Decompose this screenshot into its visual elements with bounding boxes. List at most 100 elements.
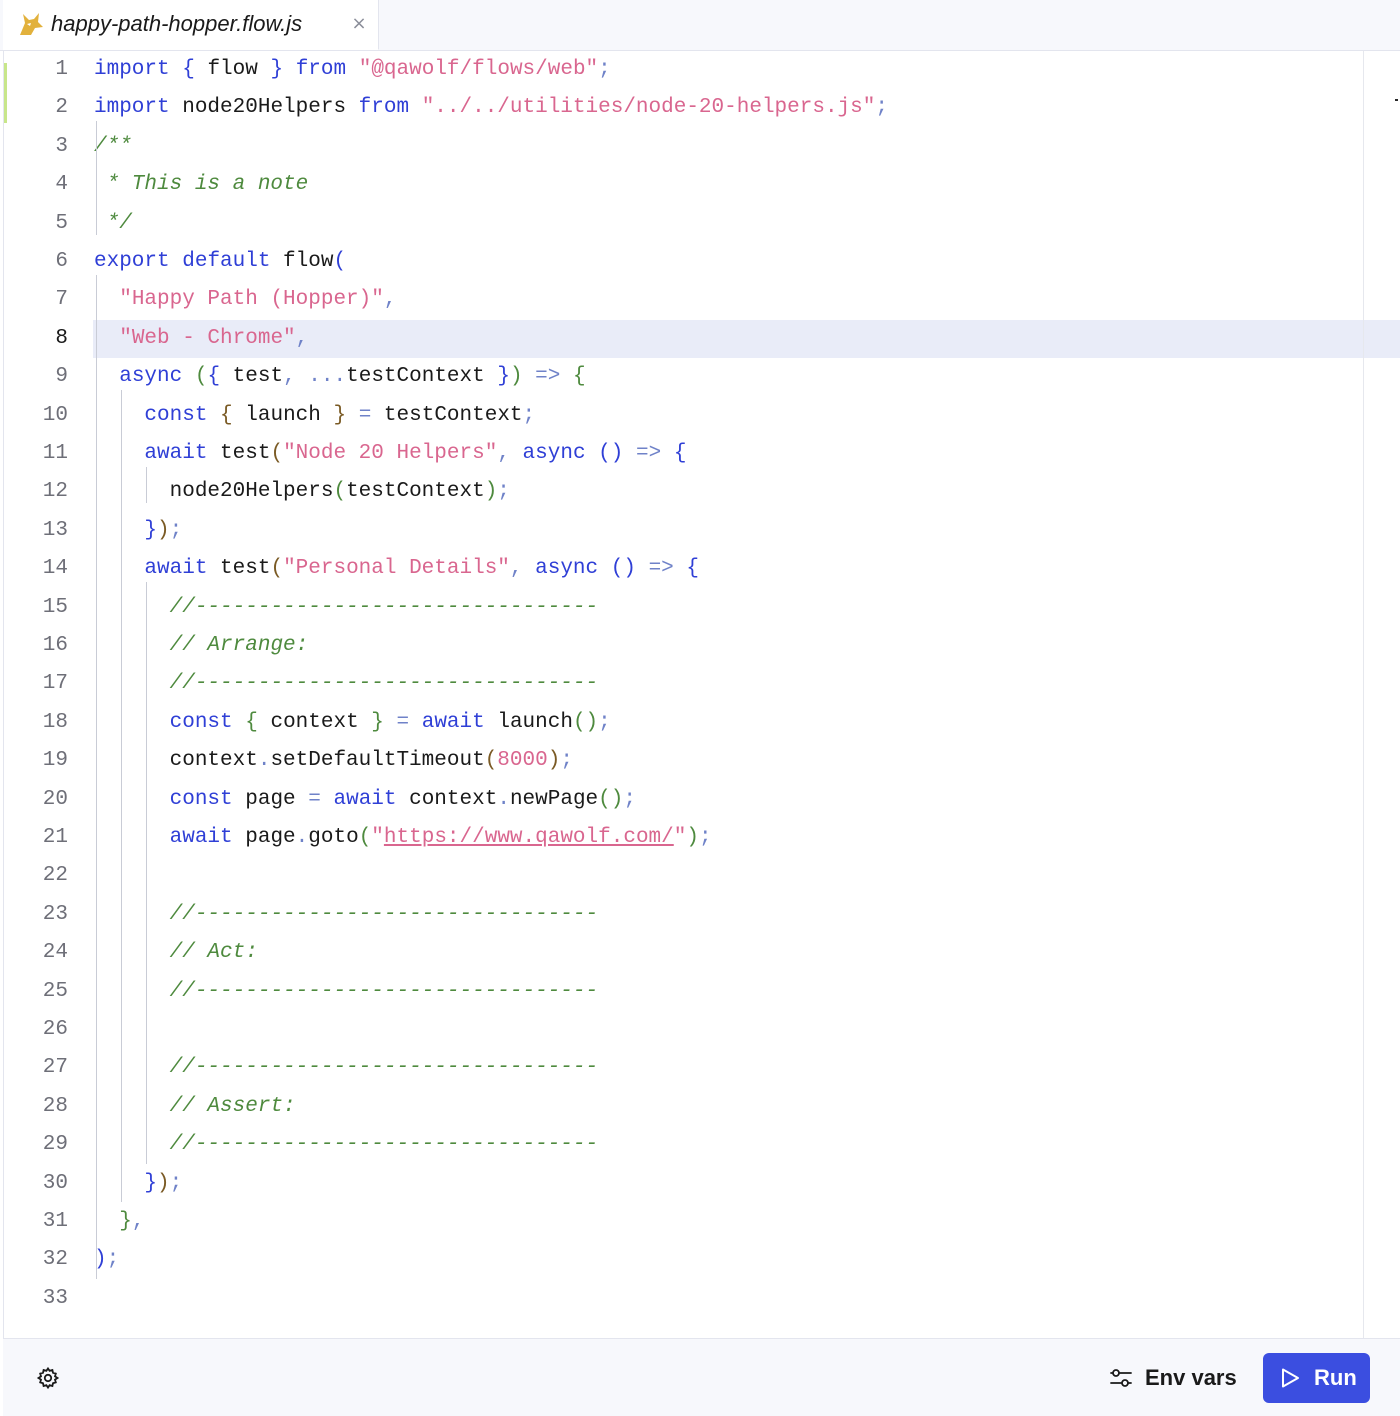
line-number: 6 — [55, 250, 68, 273]
line-number: 11 — [42, 442, 68, 465]
code-token: , — [131, 1210, 145, 1233]
code-text: //-------------------------------- — [94, 973, 598, 1011]
line-number: 21 — [42, 826, 68, 849]
env-vars-button[interactable]: Env vars — [1103, 1353, 1243, 1403]
line-number: 2 — [55, 96, 68, 120]
code-token: ( — [333, 480, 347, 504]
code-line[interactable]: 18 const { context } = await launch(); — [4, 704, 1400, 742]
code-token: => — [635, 442, 662, 465]
code-token: { — [245, 710, 258, 734]
tab-title: happy-path-hopper.flow.js — [51, 11, 303, 36]
code-line[interactable]: 32); — [4, 1241, 1400, 1279]
code-line[interactable]: 10 const { launch } = testContext; — [4, 397, 1400, 435]
code-line[interactable]: 12 node20Helpers(testContext); — [4, 473, 1400, 511]
code-token: ; — [497, 480, 510, 504]
code-token: test — [207, 557, 271, 581]
code-line[interactable]: 17 //-------------------------------- — [4, 665, 1400, 703]
code-token: //-------------------------------- — [169, 902, 599, 926]
code-line[interactable]: 2 import node20Helpers from "../../utilit… — [4, 89, 1400, 127]
code-line[interactable]: 16 // Arrange: — [4, 627, 1400, 665]
code-line[interactable]: 26 — [4, 1011, 1400, 1049]
line-number: 12 — [42, 480, 68, 504]
code-line[interactable]: 27 //-------------------------------- — [4, 1049, 1400, 1087]
code-token: { — [220, 403, 233, 427]
code-line[interactable]: 24 // Act: — [4, 934, 1400, 972]
tab-flow-file[interactable]: happy-path-hopper.flow.js × — [3, 0, 379, 50]
code-token: * This is a note — [94, 173, 309, 197]
code-line[interactable]: 19 context.setDefaultTimeout(8000); — [4, 742, 1400, 780]
code-token: async — [535, 557, 599, 581]
line-number: 30 — [42, 1171, 68, 1195]
code-token: " — [673, 826, 687, 849]
code-token: 8000 — [497, 749, 548, 773]
close-icon[interactable]: × — [347, 12, 371, 36]
code-line[interactable]: 20 const page = await context.newPage(); — [4, 781, 1400, 819]
code-line[interactable]: 21 await page.goto("https://www.qawolf.c… — [4, 819, 1400, 857]
code-token: ( — [270, 557, 284, 581]
code-line[interactable]: 25 //-------------------------------- — [4, 973, 1400, 1011]
code-token: } — [270, 58, 284, 81]
code-token: } — [144, 1171, 158, 1195]
code-text: const { launch } = testContext; — [94, 397, 535, 435]
code-line[interactable]: 28 // Assert: — [4, 1088, 1400, 1126]
line-number: 19 — [42, 749, 68, 773]
code-line[interactable]: 23 //-------------------------------- — [4, 896, 1400, 934]
code-token: flow — [270, 250, 334, 273]
code-token: const — [169, 710, 233, 734]
gear-icon[interactable] — [36, 1366, 60, 1390]
code-line[interactable]: 6 export default flow( — [4, 243, 1400, 281]
code-token: export — [94, 250, 170, 273]
code-editor[interactable]: 1 import { flow } from "@qawolf/flows/web… — [3, 51, 1400, 1338]
code-line[interactable]: 29 //-------------------------------- — [4, 1126, 1400, 1164]
code-line[interactable]: 1 import { flow } from "@qawolf/flows/web… — [4, 51, 1400, 89]
code-line[interactable]: 13 }); — [4, 512, 1400, 550]
code-line[interactable]: 5 */ — [4, 205, 1400, 243]
code-text: // Assert: — [94, 1088, 296, 1126]
code-token: . — [295, 826, 309, 849]
line-number: 28 — [42, 1094, 68, 1118]
code-line[interactable]: 7 "Happy Path (Hopper)", — [4, 281, 1400, 319]
code-line[interactable]: 11 await test("Node 20 Helpers", async (… — [4, 435, 1400, 473]
code-token: , — [295, 326, 309, 350]
code-line[interactable]: 3 /** — [4, 128, 1400, 166]
code-line[interactable]: 30 }); — [4, 1165, 1400, 1203]
code-text: "Happy Path (Hopper)", — [94, 281, 396, 319]
line-number: 9 — [55, 365, 68, 389]
code-line[interactable]: 14 await test("Personal Details", async … — [4, 550, 1400, 588]
indent-guide — [96, 275, 97, 1279]
code-token: ( — [194, 365, 208, 389]
sliders-icon — [1110, 1369, 1132, 1387]
line-number: 7 — [55, 288, 68, 312]
code-token: . — [257, 749, 271, 773]
code-line[interactable]: 9 async ({ test, ...testContext }) => { — [4, 358, 1400, 396]
code-line[interactable]: 33 — [4, 1280, 1400, 1318]
code-line[interactable]: 31 }, — [4, 1203, 1400, 1241]
line-number: 29 — [42, 1133, 68, 1157]
code-line[interactable]: 4 * This is a note — [4, 166, 1400, 204]
run-button[interactable]: Run — [1263, 1353, 1370, 1403]
code-token: await — [169, 826, 233, 849]
code-token: ; — [522, 403, 536, 427]
code-line[interactable]: 15 //-------------------------------- — [4, 589, 1400, 627]
code-line[interactable]: 8 "Web - Chrome", — [4, 319, 1400, 358]
code-token: node20Helpers — [94, 480, 334, 504]
code-token: page — [232, 787, 309, 811]
code-token: ( — [484, 749, 498, 773]
code-token: ; — [623, 787, 636, 811]
code-token: // Act: — [169, 941, 258, 965]
code-line[interactable]: 22 — [4, 857, 1400, 895]
code-token: node20Helpers — [169, 96, 359, 120]
code-token: () — [610, 557, 636, 581]
code-token: "Web - Chrome" — [119, 326, 296, 350]
